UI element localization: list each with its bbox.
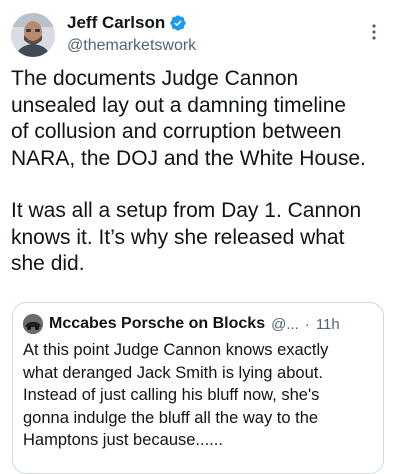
quoted-timestamp[interactable]: 11h [316,316,340,333]
tweet-text: The documents Judge Cannon unsealed lay … [11,66,399,278]
car-avatar-icon [23,314,43,334]
quoted-author-avatar[interactable] [23,314,43,334]
quoted-tweet-text: At this point Judge Cannon knows exactly… [23,341,329,449]
tweet-paragraph-1: The documents Judge Cannon unsealed lay … [11,67,366,170]
quoted-tweet[interactable]: Mccabes Porsche on Blocks @... · 11h At … [12,302,384,474]
author-display-name[interactable]: Jeff Carlson [67,12,165,34]
author-handle[interactable]: @themarketswork [67,35,196,57]
quoted-author-name[interactable]: Mccabes Porsche on Blocks [49,315,265,333]
quoted-meta-separator: · [304,315,310,333]
quoted-tweet-header: Mccabes Porsche on Blocks @... · 11h [23,313,371,335]
tweet-paragraph-2: It was all a setup from Day 1. Cannon kn… [11,199,362,275]
author-info: Jeff Carlson @themarketswork [67,12,196,57]
tweet-card: Jeff Carlson @themarketswork The documen… [0,0,404,474]
author-name-row: Jeff Carlson [67,12,196,34]
more-options-icon [372,24,376,40]
more-options-button[interactable] [364,22,384,42]
author-avatar[interactable] [11,13,55,57]
quoted-author-handle[interactable]: @... [271,316,299,333]
verified-badge-icon[interactable] [169,14,187,32]
person-avatar-icon [11,13,55,57]
